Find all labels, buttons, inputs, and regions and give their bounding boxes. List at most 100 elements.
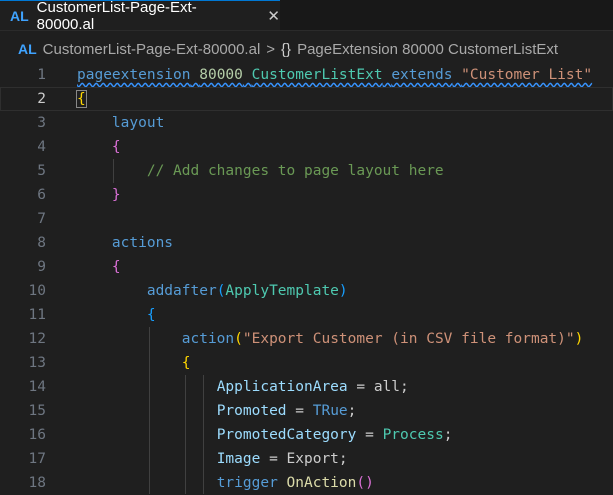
line-number: 14 bbox=[28, 379, 46, 395]
code-text: action("Export Customer (in CSV file for… bbox=[77, 327, 584, 351]
code-text: PromotedCategory = Process; bbox=[77, 423, 453, 447]
line-number: 18 bbox=[28, 475, 46, 491]
code-line[interactable]: 6 } bbox=[0, 183, 613, 207]
code-token: action bbox=[181, 331, 235, 347]
code-text: { bbox=[77, 135, 121, 159]
code-token: ApplyTemplate bbox=[225, 283, 339, 299]
line-number: 4 bbox=[37, 139, 46, 155]
code-text: { bbox=[77, 255, 121, 279]
code-token: pageextension bbox=[77, 67, 191, 83]
breadcrumb-file[interactable]: CustomerList-Page-Ext-80000.al bbox=[43, 41, 261, 58]
code-line[interactable]: 15 Promoted = TRue; bbox=[0, 399, 613, 423]
code-token: ) bbox=[338, 283, 348, 299]
code-line[interactable]: 7 bbox=[0, 207, 613, 231]
code-line[interactable]: 14 ApplicationArea = all; bbox=[0, 375, 613, 399]
line-number: 16 bbox=[28, 427, 46, 443]
line-number: 2 bbox=[37, 91, 46, 107]
code-line[interactable]: 11 { bbox=[0, 303, 613, 327]
code-text: actions bbox=[77, 231, 173, 255]
code-token: { bbox=[111, 139, 121, 155]
code-line[interactable]: 10 addafter(ApplyTemplate) bbox=[0, 279, 613, 303]
code-token: Process bbox=[382, 427, 444, 443]
code-line[interactable]: 17 Image = Export; bbox=[0, 447, 613, 471]
code-text: trigger OnAction() bbox=[77, 471, 374, 495]
code-token: ; bbox=[443, 427, 453, 443]
code-line[interactable]: 1 pageextension 80000 CustomerListExt ext… bbox=[0, 63, 613, 87]
code-token: layout bbox=[111, 115, 165, 131]
code-line[interactable]: 3 layout bbox=[0, 111, 613, 135]
editor-tab[interactable]: AL CustomerList-Page-Ext-80000.al ✕ bbox=[0, 0, 280, 33]
line-number: 9 bbox=[37, 259, 46, 275]
line-number: 10 bbox=[28, 283, 46, 299]
code-token: 80000 bbox=[199, 67, 243, 83]
code-editor[interactable]: 1 pageextension 80000 CustomerListExt ext… bbox=[0, 63, 613, 494]
code-line[interactable]: 16 PromotedCategory = Process; bbox=[0, 423, 613, 447]
code-token: addafter bbox=[146, 283, 217, 299]
code-line[interactable]: 5 // Add changes to page layout here bbox=[0, 159, 613, 183]
code-line[interactable]: 9 { bbox=[0, 255, 613, 279]
code-token: PromotedCategory bbox=[216, 427, 357, 443]
code-token: ) bbox=[574, 331, 584, 347]
code-line[interactable]: 4 { bbox=[0, 135, 613, 159]
code-token: = Export; bbox=[260, 451, 348, 467]
code-token: { bbox=[181, 355, 191, 371]
line-number: 3 bbox=[37, 115, 46, 131]
code-token: } bbox=[111, 187, 121, 203]
line-number: 1 bbox=[37, 67, 46, 83]
close-icon[interactable]: ✕ bbox=[267, 7, 280, 25]
line-number: 11 bbox=[28, 307, 46, 323]
code-token: ; bbox=[347, 403, 357, 419]
code-token: CustomerListExt bbox=[251, 67, 383, 83]
code-line[interactable]: 18 trigger OnAction() bbox=[0, 471, 613, 495]
line-number: 12 bbox=[28, 331, 46, 347]
line-number: 13 bbox=[28, 355, 46, 371]
code-line[interactable]: 2{ bbox=[0, 87, 613, 111]
code-token: TRue bbox=[312, 403, 348, 419]
code-text: { bbox=[76, 87, 87, 111]
code-token: = all; bbox=[347, 379, 409, 395]
code-text: layout bbox=[77, 111, 164, 135]
code-token: { bbox=[146, 307, 156, 323]
code-token: trigger bbox=[216, 475, 278, 491]
breadcrumb: AL CustomerList-Page-Ext-80000.al > {} P… bbox=[0, 38, 613, 60]
code-token: { bbox=[76, 90, 87, 108]
code-token: OnAction bbox=[286, 475, 357, 491]
code-text: { bbox=[77, 351, 191, 375]
code-line[interactable]: 13 { bbox=[0, 351, 613, 375]
chevron-right-icon: > bbox=[266, 40, 276, 58]
code-text: } bbox=[77, 183, 121, 207]
code-token: ( bbox=[234, 331, 243, 347]
code-token: ApplicationArea bbox=[216, 379, 348, 395]
al-file-icon: AL bbox=[10, 7, 29, 24]
editor-tab-bar: AL CustomerList-Page-Ext-80000.al ✕ bbox=[0, 0, 613, 33]
code-line[interactable]: 12 action("Export Customer (in CSV file … bbox=[0, 327, 613, 351]
tab-title: CustomerList-Page-Ext-80000.al bbox=[36, 0, 197, 33]
breadcrumb-symbol[interactable]: PageExtension 80000 CustomerListExt bbox=[297, 41, 558, 58]
code-token: Promoted bbox=[216, 403, 287, 419]
code-text: ApplicationArea = all; bbox=[77, 375, 409, 399]
code-text: // Add changes to page layout here bbox=[77, 159, 444, 183]
code-line[interactable]: 8 actions bbox=[0, 231, 613, 255]
line-number: 17 bbox=[28, 451, 46, 467]
code-text: Image = Export; bbox=[77, 447, 348, 471]
code-token: actions bbox=[111, 235, 174, 251]
